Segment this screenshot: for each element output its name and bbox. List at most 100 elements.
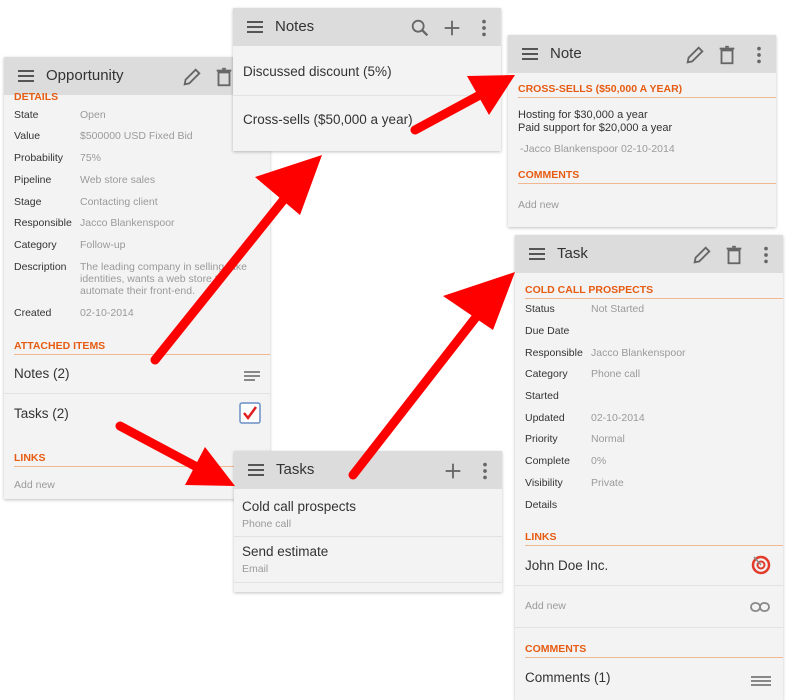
plus-icon[interactable] (442, 460, 464, 482)
add-link-button[interactable]: Add new (14, 479, 55, 491)
more-vertical-icon[interactable] (473, 17, 495, 39)
field-value: 0% (591, 455, 607, 467)
section-links: LINKS (14, 452, 270, 467)
section-details: DETAILS (14, 91, 59, 103)
notes-list-icon (244, 368, 260, 381)
note-body-line: Paid support for $20,000 a year (518, 122, 673, 134)
plus-icon[interactable] (441, 17, 463, 39)
target-icon (751, 555, 771, 575)
field-label: Stage (14, 196, 42, 208)
link-icon[interactable] (750, 600, 770, 612)
attached-notes-label: Notes (2) (14, 366, 70, 381)
menu-icon[interactable] (529, 248, 545, 260)
trash-icon[interactable] (716, 44, 738, 66)
field-value: Normal (591, 433, 625, 445)
page-title: Opportunity (46, 67, 124, 84)
field-label: Responsible (525, 347, 583, 359)
page-title: Task (557, 245, 588, 262)
attached-tasks-label: Tasks (2) (14, 406, 69, 421)
field-value: Not Started (591, 303, 645, 315)
notes-list-icon (751, 673, 771, 686)
more-vertical-icon[interactable] (474, 460, 496, 482)
more-vertical-icon[interactable] (748, 44, 770, 66)
link-name: John Doe Inc. (525, 558, 609, 573)
attached-tasks-row[interactable]: Tasks (2) (4, 395, 270, 435)
field-value: Phone call (591, 368, 641, 380)
link-row[interactable]: John Doe Inc. (515, 547, 783, 585)
menu-icon[interactable] (248, 464, 264, 476)
field-label: Category (14, 239, 57, 251)
section-comments: COMMENTS (525, 643, 783, 658)
divider (4, 393, 270, 394)
section-attached-items: ATTACHED ITEMS (14, 340, 270, 355)
page-title: Notes (275, 18, 315, 35)
arrow-to-task (348, 272, 515, 480)
task-item-subtitle: Phone call (242, 518, 292, 530)
attached-notes-row[interactable]: Notes (2) (4, 355, 270, 393)
field-label: Responsible (14, 217, 72, 229)
tasks-toolbar: Tasks (234, 451, 502, 489)
trash-icon[interactable] (213, 66, 235, 88)
field-value: Private (591, 477, 624, 489)
field-label: Description (14, 261, 67, 273)
opportunity-toolbar: Opportunity (4, 57, 270, 95)
notes-toolbar: Notes (233, 8, 501, 46)
divider (234, 582, 502, 583)
section-comments: COMMENTS (518, 169, 776, 184)
field-label: Probability (14, 152, 64, 164)
note-body-line: Hosting for $30,000 a year (518, 109, 648, 121)
notes-panel: Notes Discussed discount (5%) Cross-sell… (233, 8, 501, 151)
task-panel: Task COLD CALL PROSPECTS Status Not Star… (515, 235, 783, 700)
comments-row[interactable]: Comments (1) (515, 659, 783, 697)
field-label: Value (14, 130, 41, 142)
page-title: Tasks (276, 461, 315, 478)
note-panel: Note CROSS-SELLS ($50,000 A YEAR) Hostin… (508, 35, 776, 227)
add-comment-button[interactable]: Add new (518, 199, 559, 211)
pencil-icon[interactable] (181, 66, 203, 88)
add-link-button[interactable]: Add new (525, 600, 566, 612)
menu-icon[interactable] (18, 70, 34, 82)
checkbox-checked-icon[interactable] (239, 402, 261, 424)
field-label: Details (525, 499, 558, 511)
field-label: State (14, 109, 39, 121)
field-value: $500000 USD Fixed Bid (80, 130, 193, 142)
field-value: Web store sales (80, 174, 156, 186)
trash-icon[interactable] (723, 244, 745, 266)
field-value: Jacco Blankenspoor (591, 347, 686, 359)
pencil-icon[interactable] (691, 244, 713, 266)
more-vertical-icon[interactable] (755, 244, 777, 266)
field-value: Follow-up (80, 239, 126, 251)
field-value: The leading company in selling fake iden… (80, 261, 247, 297)
divider (515, 627, 783, 628)
field-label: Created (14, 307, 52, 319)
task-item-title: Cold call prospects (242, 499, 357, 514)
field-value: 02-10-2014 (591, 412, 645, 424)
comments-label: Comments (1) (525, 670, 611, 685)
opportunity-panel: Opportunity DETAILS State Open Value $50… (4, 57, 270, 499)
section-links: LINKS (525, 531, 783, 546)
list-item[interactable]: Discussed discount (5%) (233, 48, 501, 94)
field-label: Status (525, 303, 555, 315)
pencil-icon[interactable] (684, 44, 706, 66)
task-toolbar: Task (515, 235, 783, 273)
list-item[interactable]: Cold call prospects Phone call (234, 491, 502, 535)
list-item[interactable]: Send estimate Email (234, 537, 502, 581)
tasks-panel: Tasks Cold call prospects Phone call Sen… (234, 451, 502, 592)
field-label: Started (525, 390, 559, 402)
menu-icon[interactable] (247, 21, 263, 33)
field-label: Updated (525, 412, 565, 424)
note-item-title: Cross-sells ($50,000 a year) (243, 112, 413, 127)
field-value: Jacco Blankenspoor (80, 217, 175, 229)
menu-icon[interactable] (522, 48, 538, 60)
note-item-title: Discussed discount (5%) (243, 64, 392, 79)
field-value: 75% (80, 152, 102, 164)
page-title: Note (550, 45, 582, 62)
divider (515, 585, 783, 586)
field-value: Contacting client (80, 196, 158, 208)
search-icon[interactable] (409, 17, 431, 39)
task-heading: COLD CALL PROSPECTS (525, 284, 783, 299)
list-item[interactable]: Cross-sells ($50,000 a year) (233, 96, 501, 142)
field-label: Complete (525, 455, 570, 467)
task-item-title: Send estimate (242, 544, 329, 559)
note-toolbar: Note (508, 35, 776, 73)
